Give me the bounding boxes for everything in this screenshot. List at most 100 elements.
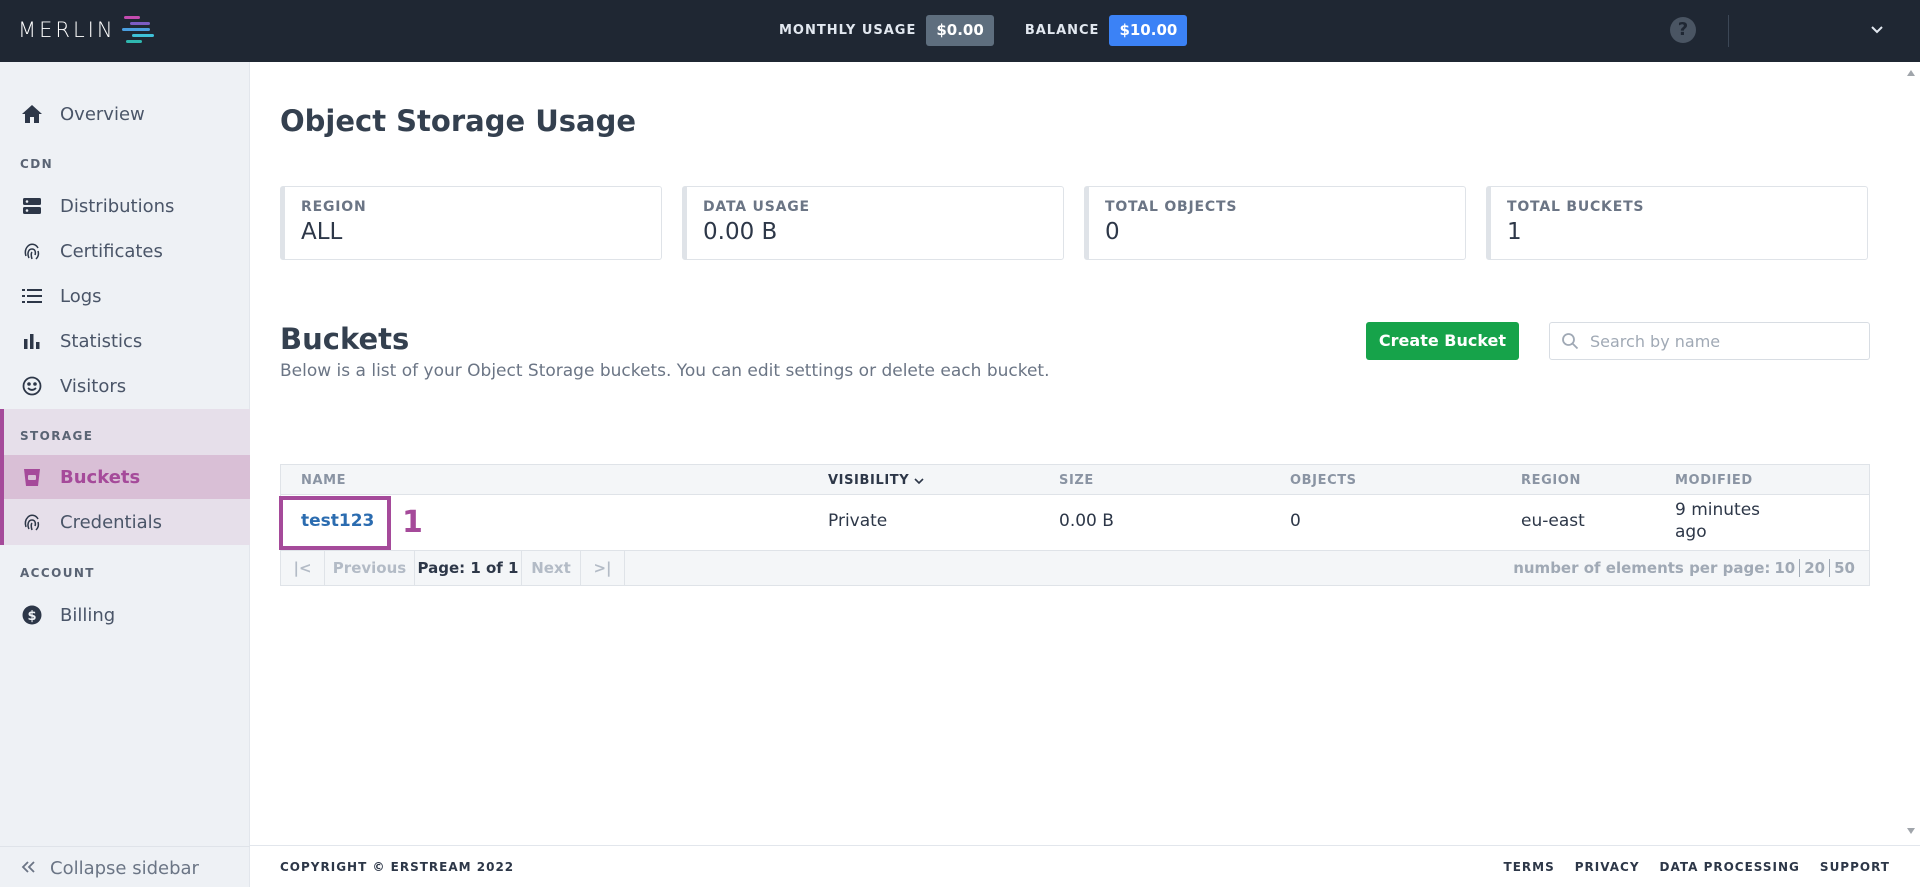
scrollbar[interactable]: [1903, 62, 1920, 845]
logo[interactable]: MERLIN: [18, 13, 162, 47]
stat-card-total-buckets: TOTAL BUCKETS 1: [1486, 186, 1868, 260]
smiley-icon: [20, 374, 44, 398]
bucket-icon: [20, 465, 44, 489]
column-header-size[interactable]: SIZE: [1059, 473, 1094, 488]
search-input[interactable]: [1590, 323, 1860, 359]
scroll-up-icon[interactable]: [1907, 70, 1915, 76]
stat-label: REGION: [301, 199, 367, 215]
stat-value: 1: [1507, 219, 1522, 245]
sidebar-item-label: Statistics: [60, 330, 143, 352]
sidebar-item-certificates[interactable]: Certificates: [0, 229, 250, 273]
section-label-account: ACCOUNT: [20, 566, 95, 580]
sidebar-item-buckets[interactable]: Buckets: [4, 455, 250, 499]
search-box: [1549, 322, 1870, 360]
fingerprint-icon: [20, 510, 44, 534]
storage-section: STORAGE Buckets Credentials: [0, 409, 250, 545]
sidebar-item-logs[interactable]: Logs: [0, 274, 250, 318]
server-icon: [20, 194, 44, 218]
bucket-modified-line1: 9 minutes: [1675, 500, 1761, 520]
bucket-region: eu-east: [1521, 511, 1585, 531]
stat-card-data-usage: DATA USAGE 0.00 B: [682, 186, 1064, 260]
footer-link-privacy[interactable]: PRIVACY: [1575, 860, 1640, 874]
footer-links: TERMS PRIVACY DATA PROCESSING SUPPORT: [1504, 860, 1890, 874]
copyright: COPYRIGHT © ERSTREAM 2022: [280, 860, 515, 874]
per-page-option-50[interactable]: 50: [1830, 551, 1859, 585]
scroll-down-icon[interactable]: [1907, 828, 1915, 834]
column-header-label: VISIBILITY: [828, 473, 910, 488]
logo-mark-icon: [121, 16, 154, 43]
balance-badge[interactable]: $10.00: [1109, 15, 1188, 46]
bucket-visibility: Private: [828, 511, 888, 531]
sidebar-item-overview[interactable]: Overview: [0, 92, 250, 136]
per-page-option-20[interactable]: 20: [1800, 551, 1829, 585]
per-page-option-10[interactable]: 10: [1770, 551, 1799, 585]
per-page-selector: number of elements per page: 10 20 50: [1513, 551, 1859, 585]
bucket-modified-line2: ago: [1675, 522, 1707, 542]
stat-card-region: REGION ALL: [280, 186, 662, 260]
pagination: |< Previous Page: 1 of 1 Next >| number …: [281, 551, 1869, 585]
svg-text:$: $: [27, 609, 36, 624]
list-icon: [20, 284, 44, 308]
top-bar: MERLIN MONTHLY USAGE $0.00 BALANCE $10.0…: [0, 0, 1920, 62]
stat-label: DATA USAGE: [703, 199, 810, 215]
sidebar-item-statistics[interactable]: Statistics: [0, 319, 250, 363]
column-header-visibility[interactable]: VISIBILITY: [828, 473, 925, 488]
last-page-button[interactable]: >|: [581, 551, 625, 585]
page-indicator: Page: 1 of 1: [415, 551, 522, 585]
chevron-down-icon[interactable]: [1867, 20, 1887, 40]
sidebar-item-credentials[interactable]: Credentials: [4, 500, 250, 544]
next-page-button[interactable]: Next: [522, 551, 581, 585]
footer-link-terms[interactable]: TERMS: [1504, 860, 1555, 874]
collapse-sidebar-button[interactable]: Collapse sidebar: [20, 855, 199, 881]
stat-card-total-objects: TOTAL OBJECTS 0: [1084, 186, 1466, 260]
sidebar-item-distributions[interactable]: Distributions: [0, 184, 250, 228]
sidebar-item-visitors[interactable]: Visitors: [0, 364, 250, 408]
bar-chart-icon: [20, 329, 44, 353]
stat-value: ALL: [301, 219, 343, 245]
sidebar-item-label: Overview: [60, 103, 145, 125]
sidebar-item-label: Distributions: [60, 195, 175, 217]
home-icon: [20, 102, 44, 126]
sidebar-item-label: Certificates: [60, 240, 163, 262]
double-chevron-left-icon: [20, 856, 36, 880]
sidebar-item-label: Logs: [60, 285, 102, 307]
balance-label: BALANCE: [1024, 23, 1100, 38]
annotation-number: 1: [402, 505, 423, 540]
column-header-name[interactable]: NAME: [301, 473, 346, 488]
monthly-usage-label: MONTHLY USAGE: [779, 23, 917, 38]
create-bucket-button[interactable]: Create Bucket: [1366, 322, 1519, 360]
column-header-modified[interactable]: MODIFIED: [1675, 473, 1753, 488]
footer: COPYRIGHT © ERSTREAM 2022 TERMS PRIVACY …: [250, 845, 1920, 887]
dollar-icon: $: [20, 603, 44, 627]
main-content: Object Storage Usage REGION ALL DATA USA…: [250, 62, 1920, 887]
sidebar-item-label: Buckets: [60, 466, 141, 488]
sidebar-item-label: Credentials: [60, 511, 163, 533]
buckets-title: Buckets: [280, 322, 410, 356]
sidebar-item-label: Visitors: [60, 375, 127, 397]
sidebar-divider: [0, 846, 250, 847]
sidebar-item-label: Billing: [60, 604, 116, 626]
first-page-button[interactable]: |<: [281, 551, 325, 585]
section-label-storage: STORAGE: [20, 429, 94, 443]
help-icon[interactable]: ?: [1670, 17, 1696, 43]
sidebar: Overview CDN Distributions Certificates …: [0, 62, 250, 887]
column-header-region[interactable]: REGION: [1521, 473, 1581, 488]
section-label-cdn: CDN: [20, 157, 54, 171]
column-header-objects[interactable]: OBJECTS: [1290, 473, 1357, 488]
footer-link-support[interactable]: SUPPORT: [1820, 860, 1890, 874]
sidebar-item-billing[interactable]: $ Billing: [0, 593, 250, 637]
fingerprint-icon: [20, 239, 44, 263]
footer-link-data-processing[interactable]: DATA PROCESSING: [1660, 860, 1800, 874]
logo-text: MERLIN: [18, 18, 116, 42]
previous-page-button[interactable]: Previous: [325, 551, 415, 585]
stat-label: TOTAL OBJECTS: [1105, 199, 1238, 215]
table-header: NAME VISIBILITY SIZE OBJECTS REGION MODI…: [281, 465, 1869, 495]
stat-value: 0: [1105, 219, 1120, 245]
collapse-sidebar-label: Collapse sidebar: [50, 857, 199, 879]
bucket-objects: 0: [1290, 511, 1301, 531]
stat-label: TOTAL BUCKETS: [1507, 199, 1645, 215]
top-divider: [1728, 15, 1729, 47]
buckets-subtitle: Below is a list of your Object Storage b…: [280, 361, 1050, 381]
bucket-name-link[interactable]: test123: [301, 511, 374, 531]
buckets-table: NAME VISIBILITY SIZE OBJECTS REGION MODI…: [279, 464, 1870, 586]
